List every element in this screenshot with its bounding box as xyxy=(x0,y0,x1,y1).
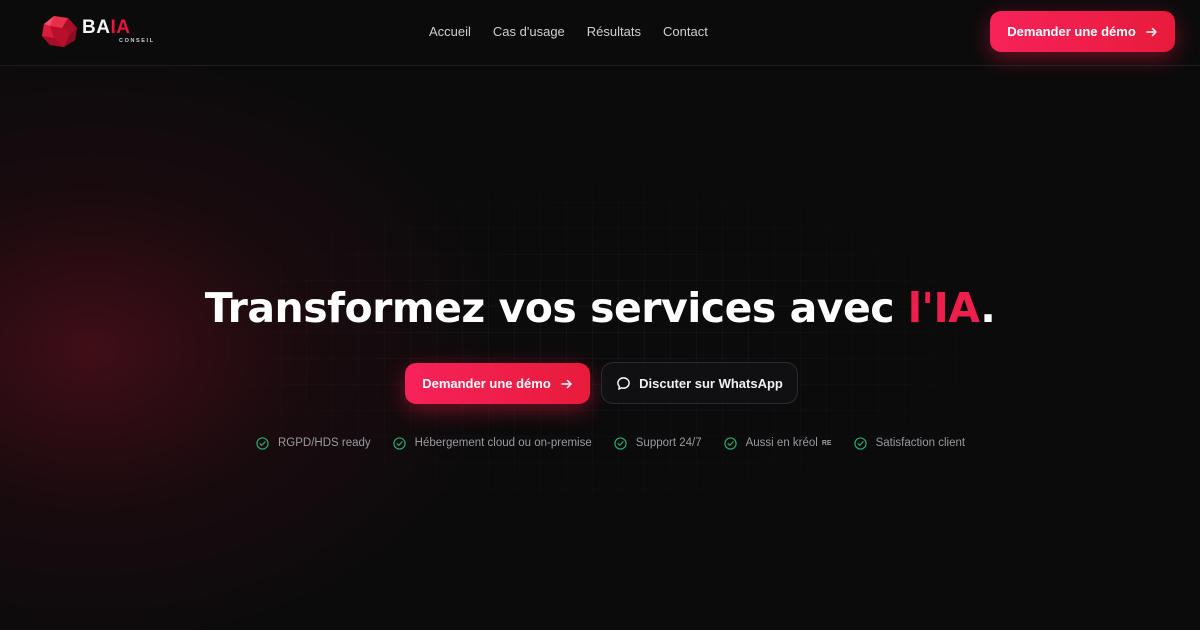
hero-title-accent: l'IA xyxy=(907,284,981,332)
hero-title-end: . xyxy=(980,284,996,332)
check-circle-icon xyxy=(723,436,737,450)
feature-label: Support 24/7 xyxy=(635,437,702,449)
check-circle-icon xyxy=(853,436,867,450)
brand-name-part1: BA xyxy=(82,17,111,38)
header-demo-button[interactable]: Demander une démo xyxy=(990,11,1175,52)
feature-label: Satisfaction client xyxy=(875,437,966,449)
chat-bubble-icon xyxy=(617,376,630,390)
site-header: BAIA CONSEIL Accueil Cas d'usage Résulta… xyxy=(0,0,1200,66)
feature-item-satisfaction: Satisfaction client xyxy=(853,436,966,450)
nav-item-accueil[interactable]: Accueil xyxy=(429,24,471,42)
header-demo-button-label: Demander une démo xyxy=(1007,24,1136,39)
arrow-right-icon xyxy=(561,379,572,388)
feature-item-support: Support 24/7 xyxy=(614,436,702,450)
hero-demo-button-label: Demander une démo xyxy=(422,376,551,391)
hero-demo-button[interactable]: Demander une démo xyxy=(405,363,590,404)
arrow-right-icon xyxy=(1146,27,1157,36)
nav-item-resultats[interactable]: Résultats xyxy=(587,24,641,42)
check-circle-icon xyxy=(256,436,269,450)
feature-label: RGPD/HDS ready xyxy=(278,437,371,449)
feature-item-kreol: Aussi en kréol RE xyxy=(723,436,832,450)
brand-subtitle: CONSEIL xyxy=(119,38,155,44)
feature-list: RGPD/HDS ready Hébergement cloud ou on-p… xyxy=(256,434,965,452)
island-logo-icon xyxy=(42,16,77,47)
reunion-flag-badge: RE xyxy=(821,439,832,447)
background-glow xyxy=(0,40,520,630)
whatsapp-button[interactable]: Discuter sur WhatsApp xyxy=(601,362,798,404)
check-circle-icon xyxy=(614,436,627,450)
background-grid xyxy=(150,150,1050,530)
main-nav: Accueil Cas d'usage Résultats Contact xyxy=(429,24,730,42)
landing-page: BAIA CONSEIL Accueil Cas d'usage Résulta… xyxy=(0,0,1200,630)
feature-label: Aussi en kréol xyxy=(745,437,818,449)
brand-name-part2: IA xyxy=(110,17,131,38)
brand-wordmark: BAIA xyxy=(82,18,130,38)
feature-label: Hébergement cloud ou on-premise xyxy=(414,437,592,449)
feature-item-rgpd: RGPD/HDS ready xyxy=(256,436,371,450)
hero-title: Transformez vos services avec l'IA. xyxy=(0,282,1200,334)
feature-item-hebergement: Hébergement cloud ou on-premise xyxy=(392,436,592,450)
nav-item-cas-usage[interactable]: Cas d'usage xyxy=(493,24,565,42)
check-circle-icon xyxy=(392,436,406,450)
hero-title-main: Transformez vos services avec xyxy=(204,284,908,332)
brand-logo[interactable]: BAIA CONSEIL xyxy=(40,12,153,52)
nav-item-contact[interactable]: Contact xyxy=(663,24,708,42)
whatsapp-button-label: Discuter sur WhatsApp xyxy=(639,375,783,391)
